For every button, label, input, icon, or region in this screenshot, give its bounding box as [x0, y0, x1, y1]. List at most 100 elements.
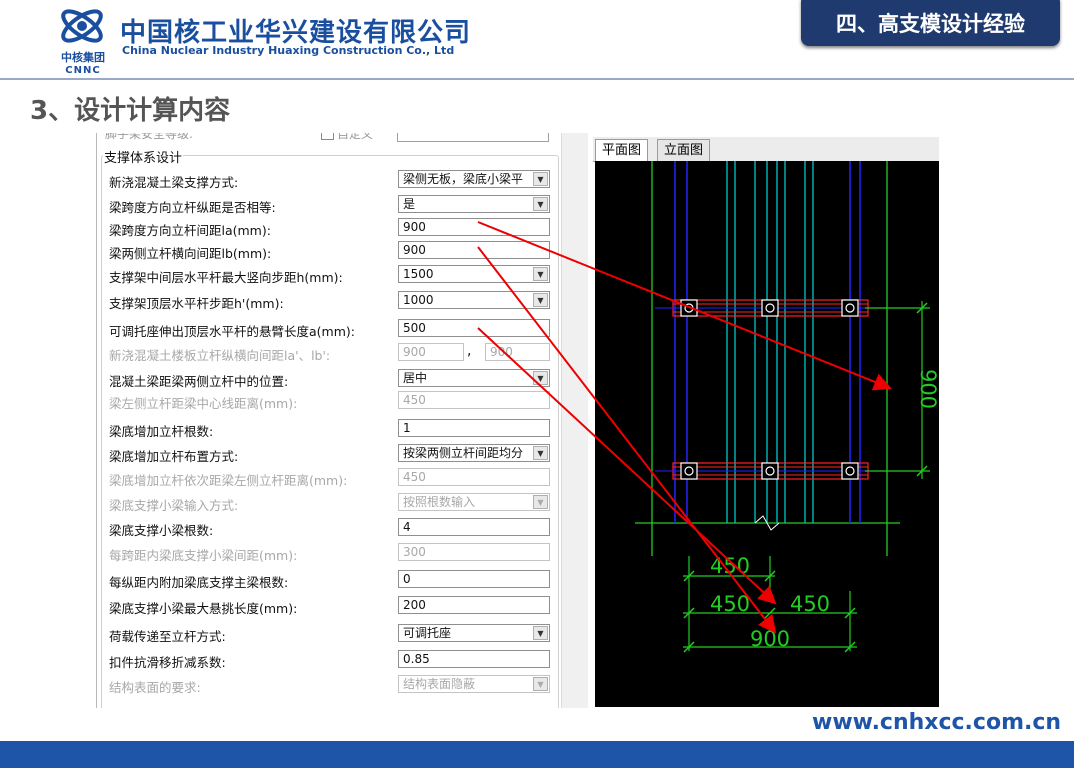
form-value: 0 — [403, 572, 411, 586]
form-row: 结构表面的要求: 结构表面隐蔽 ▼ — [97, 673, 562, 697]
form-input[interactable]: 0 — [398, 570, 550, 588]
form-label: 梁底增加立杆布置方式: — [109, 449, 239, 464]
form-input[interactable]: 0.85 — [398, 650, 550, 668]
form-input: 900 — [485, 343, 550, 361]
form-row: 梁底增加立杆根数: 1 — [97, 417, 562, 441]
dropdown-arrow-icon[interactable]: ▼ — [533, 172, 548, 186]
form-input: 900 — [398, 343, 464, 361]
form-label: 结构表面的要求: — [109, 680, 201, 695]
form-scrollbar[interactable] — [561, 133, 588, 708]
form-select[interactable]: 1500 ▼ — [398, 265, 550, 283]
cnnc-logo-icon — [61, 9, 103, 43]
cad-pole-node — [845, 466, 855, 476]
company-name-en: China Nuclear Industry Huaxing Construct… — [122, 44, 455, 57]
custom-checkbox[interactable] — [321, 133, 334, 140]
form-row: 可调托座伸出顶层水平杆的悬臂长度a(mm): 500 — [97, 317, 562, 341]
safety-level-select[interactable] — [397, 133, 549, 142]
form-value: 是 — [403, 197, 416, 211]
form-value: 结构表面隐蔽 — [403, 677, 476, 691]
form-value: 900 — [403, 243, 426, 257]
form-select[interactable]: 梁侧无板，梁底小梁平 ▼ — [398, 170, 550, 188]
cad-dim-label-left: 450 — [710, 592, 750, 616]
dropdown-arrow-icon[interactable]: ▼ — [533, 267, 548, 281]
dropdown-arrow-icon[interactable]: ▼ — [533, 197, 548, 211]
group-title: 支撑体系设计 — [103, 147, 184, 166]
cad-drawing: 900 450 450 450 900 — [635, 161, 939, 653]
form-value: 按照根数输入 — [403, 495, 476, 509]
form-input[interactable]: 200 — [398, 596, 550, 614]
form-label: 脚手架安全等级: — [105, 133, 194, 141]
form-row: 梁底支撑小梁输入方式: 按照根数输入 ▼ — [97, 491, 562, 515]
form-row-cut: 脚手架安全等级: 自定义 — [97, 133, 562, 143]
form-row: 每跨距内梁底支撑小梁间距(mm): 300 — [97, 541, 562, 565]
cad-plan-view: 900 450 450 450 900 — [595, 161, 939, 707]
form-row: 梁底增加立杆布置方式: 按梁两侧立杆间距均分 ▼ — [97, 442, 562, 466]
cad-dim-label-vertical: 900 — [916, 369, 939, 409]
tab-elevation[interactable]: 立面图 — [657, 139, 711, 162]
footer-url[interactable]: www.cnhxcc.com.cn — [812, 710, 1061, 735]
form-input[interactable]: 500 — [398, 319, 550, 337]
form-value: 450 — [403, 470, 426, 484]
form-input[interactable]: 900 — [398, 241, 550, 259]
tab-plan[interactable]: 平面图 — [595, 139, 649, 162]
form-label: 梁底增加立杆根数: — [109, 424, 214, 439]
form-value: 0.85 — [403, 652, 430, 666]
form-label: 梁左侧立杆距梁中心线距离(mm): — [109, 396, 298, 411]
page-title: 3、设计计算内容 — [30, 96, 231, 126]
form-value: 900 — [403, 220, 426, 234]
footer-bar — [0, 741, 1074, 768]
form-row: 新浇混凝土楼板立杆纵横向间距la'、lb': 900, 900 — [97, 341, 562, 365]
form-value: 500 — [403, 321, 426, 335]
cad-dim-label-top: 450 — [710, 554, 750, 578]
form-select[interactable]: 1000 ▼ — [398, 291, 550, 309]
form-label: 梁底支撑小梁根数: — [109, 523, 214, 538]
form-select: 结构表面隐蔽 ▼ — [398, 675, 550, 693]
form-input[interactable]: 1 — [398, 419, 550, 437]
form-value: 按梁两侧立杆间距均分 — [403, 446, 524, 460]
form-input: 450 — [398, 468, 550, 486]
form-value: 1000 — [403, 293, 434, 307]
form-value: 1 — [403, 421, 411, 435]
header-divider — [0, 78, 1074, 80]
form-row: 梁底支撑小梁最大悬挑长度(mm): 200 — [97, 594, 562, 618]
dropdown-arrow-icon[interactable]: ▼ — [533, 293, 548, 307]
form-input: 450 — [398, 391, 550, 409]
form-input: 300 — [398, 543, 550, 561]
form-label: 新浇混凝土梁支撑方式: — [109, 175, 239, 190]
form-label: 每纵距内附加梁底支撑主梁根数: — [109, 575, 289, 590]
form-label: 每跨距内梁底支撑小梁间距(mm): — [109, 548, 298, 563]
form-label: 梁底支撑小梁最大悬挑长度(mm): — [109, 601, 298, 616]
custom-checkbox-label: 自定义 — [337, 133, 374, 141]
cad-dim-label-right: 450 — [790, 592, 830, 616]
form-label: 梁底增加立杆依次距梁左侧立杆距离(mm): — [109, 473, 348, 488]
dropdown-arrow-icon: ▼ — [533, 495, 548, 509]
form-label: 可调托座伸出顶层水平杆的悬臂长度a(mm): — [109, 324, 355, 339]
form-input[interactable]: 900 — [398, 218, 550, 236]
cad-pole-node — [765, 303, 775, 313]
dropdown-arrow-icon[interactable]: ▼ — [533, 626, 548, 640]
form-label: 支撑架中间层水平杆最大竖向步距h(mm): — [109, 270, 343, 285]
form-select[interactable]: 居中 ▼ — [398, 369, 550, 387]
form-value: 300 — [403, 545, 426, 559]
cad-tab-bar: 平面图 立面图 — [593, 137, 939, 162]
dropdown-arrow-icon[interactable]: ▼ — [533, 371, 548, 385]
form-row: 支撑架中间层水平杆最大竖向步距h(mm): 1500 ▼ — [97, 263, 562, 287]
comma-separator: , — [467, 343, 472, 359]
dropdown-arrow-icon[interactable]: ▼ — [533, 446, 548, 460]
form-value: 梁侧无板，梁底小梁平 — [403, 172, 524, 186]
logo-abbr: CNNC — [65, 65, 101, 76]
form-row: 梁跨度方向立杆纵距是否相等: 是 ▼ — [97, 193, 562, 217]
form-row: 梁底增加立杆依次距梁左侧立杆距离(mm): 450 — [97, 466, 562, 490]
form-row: 扣件抗滑移折减系数: 0.85 — [97, 648, 562, 672]
form-select[interactable]: 可调托座 ▼ — [398, 624, 550, 642]
form-row: 新浇混凝土梁支撑方式: 梁侧无板，梁底小梁平 ▼ — [97, 168, 562, 192]
form-input[interactable]: 4 — [398, 518, 550, 536]
form-select[interactable]: 是 ▼ — [398, 195, 550, 213]
form-value: 450 — [403, 393, 426, 407]
form-select[interactable]: 按梁两侧立杆间距均分 ▼ — [398, 444, 550, 462]
logo-group-name: 中核集团 — [61, 51, 105, 64]
form-label: 支撑架顶层水平杆步距h'(mm): — [109, 296, 284, 311]
form-label: 梁底支撑小梁输入方式: — [109, 498, 239, 513]
form-row: 混凝土梁距梁两侧立杆中的位置: 居中 ▼ — [97, 367, 562, 391]
form-value: 1500 — [403, 267, 434, 281]
